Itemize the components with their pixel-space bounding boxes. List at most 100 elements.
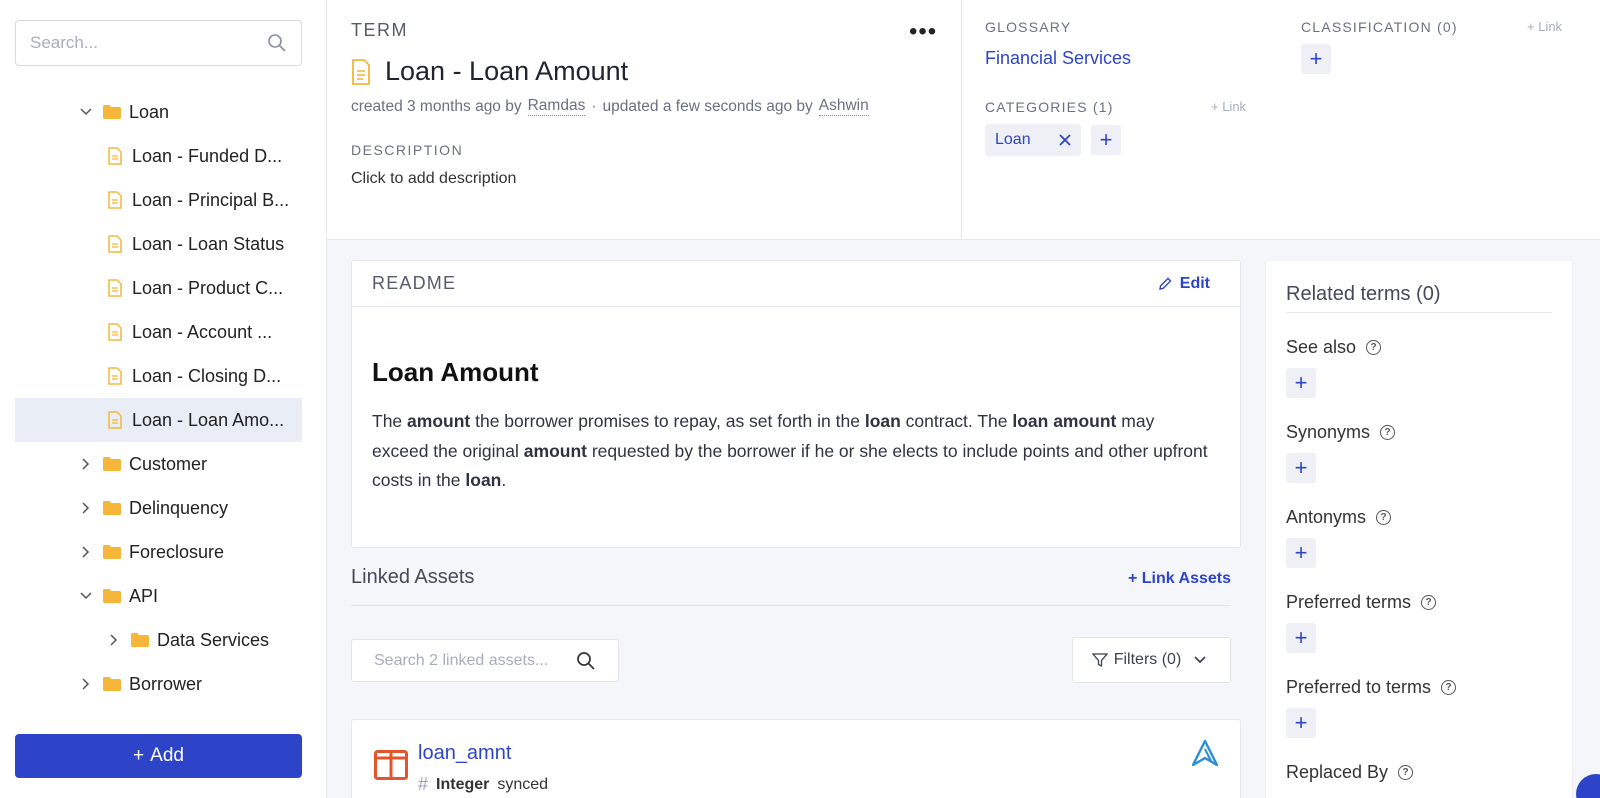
add-related-term-button[interactable]: + [1286, 623, 1316, 653]
add-related-term-button[interactable]: + [1286, 538, 1316, 568]
readme-body: The amount the borrower promises to repa… [372, 407, 1212, 496]
tree-item-label: Loan - Funded D... [132, 145, 283, 166]
filters-label: Filters (0) [1113, 651, 1182, 668]
help-icon[interactable]: ? [1398, 765, 1414, 780]
readme-text: contract. The [900, 411, 1013, 431]
tree-term[interactable]: Loan - Account ... [15, 310, 302, 354]
link-assets-button[interactable]: + Link Assets [1128, 570, 1231, 605]
related-group: Preferred terms? + [1286, 592, 1552, 653]
help-icon[interactable]: ? [1366, 340, 1382, 355]
readme-title: Loan Amount [372, 357, 539, 387]
folder-icon [103, 545, 121, 559]
add-related-term-button[interactable]: + [1286, 368, 1316, 398]
more-options-icon[interactable]: ••• [909, 18, 937, 46]
related-group-label: Synonyms? [1286, 422, 1552, 443]
page-title: Loan - Loan Amount [385, 56, 629, 86]
help-icon[interactable]: ? [1441, 680, 1457, 695]
description-label: DESCRIPTION [351, 142, 464, 158]
tree-term[interactable]: Loan - Product C... [15, 266, 302, 310]
tree-term[interactable]: Loan - Closing D... [15, 354, 302, 398]
tree-folder[interactable]: Customer [15, 442, 302, 486]
readme-bold-text: loan [465, 470, 502, 490]
header-divider [961, 0, 962, 240]
help-icon[interactable]: ? [1421, 595, 1437, 610]
related-group: Preferred to terms? + [1286, 677, 1552, 738]
updated-by-user[interactable]: Ashwin [818, 97, 869, 116]
add-button[interactable]: + Add [15, 734, 302, 778]
tree-term[interactable]: Loan - Principal B... [15, 178, 302, 222]
sidebar-search[interactable] [15, 20, 302, 66]
chevron-down-icon[interactable] [79, 589, 93, 603]
folder-icon [103, 501, 121, 515]
category-chip[interactable]: Loan [985, 124, 1081, 156]
help-icon[interactable]: ? [1376, 510, 1392, 525]
hash-icon: # [418, 774, 429, 794]
related-group-label: Antonyms? [1286, 507, 1552, 528]
tree-item-label: API [129, 585, 159, 606]
chevron-right-icon[interactable] [79, 545, 93, 559]
chevron-right-icon[interactable] [79, 501, 93, 515]
related-group-label: Preferred terms? [1286, 592, 1552, 613]
chevron-right-icon[interactable] [79, 457, 93, 471]
tree-folder[interactable]: Data Services [15, 618, 302, 662]
related-group-name: Synonyms [1286, 422, 1371, 442]
linked-asset-card[interactable]: loan_amnt # Integer synced [351, 719, 1241, 798]
linked-assets-search-input[interactable] [374, 651, 556, 670]
related-group: Antonyms? + [1286, 507, 1552, 568]
tree-item-label: Loan - Loan Status [132, 233, 285, 254]
readme-text: The [372, 411, 408, 431]
close-icon[interactable] [1058, 134, 1071, 146]
updated-text: updated a few seconds ago by [602, 97, 813, 115]
search-icon[interactable] [267, 33, 287, 53]
sidebar-search-input[interactable] [30, 33, 267, 53]
classification-link-button[interactable]: + Link [1527, 19, 1562, 34]
classification-label: CLASSIFICATION (0) [1301, 19, 1458, 35]
linked-assets-search[interactable] [351, 639, 619, 682]
term-icon [352, 58, 370, 85]
tree-term[interactable]: Loan - Loan Status [15, 222, 302, 266]
tree-folder[interactable]: Foreclosure [15, 530, 302, 574]
add-related-term-button[interactable]: + [1286, 453, 1316, 483]
created-by-user[interactable]: Ramdas [527, 97, 586, 116]
glossary-link[interactable]: Financial Services [985, 48, 1131, 69]
edit-readme-button[interactable]: Edit [1158, 275, 1210, 293]
asset-name-link[interactable]: loan_amnt [418, 742, 511, 765]
readme-bold-text: loan amount [1012, 411, 1117, 431]
related-group-label: Preferred to terms? [1286, 677, 1552, 698]
tree-term[interactable]: Loan - Loan Amo... [15, 398, 302, 442]
add-related-term-button[interactable]: + [1286, 708, 1316, 738]
tree-folder[interactable]: Delinquency [15, 486, 302, 530]
readme-card: README Edit Loan Amount The amount the b… [351, 260, 1241, 548]
related-group: See also? + [1286, 337, 1552, 398]
meta-separator: · [591, 97, 597, 115]
related-group-label: See also? [1286, 337, 1552, 358]
description-placeholder[interactable]: Click to add description [351, 170, 516, 188]
categories-link-button[interactable]: + Link [1211, 99, 1246, 114]
chevron-right-icon[interactable] [79, 677, 93, 691]
add-category-button[interactable]: + [1091, 125, 1121, 155]
related-terms-panel: Related terms (0) See also? + Synonyms? + An… [1265, 260, 1573, 798]
related-group-label: Replaced By? [1286, 762, 1552, 783]
tree-term[interactable]: Loan - Funded D... [15, 134, 302, 178]
tree-folder[interactable]: API [15, 574, 302, 618]
related-group-name: Preferred terms [1286, 592, 1412, 612]
asset-meta: # Integer synced [418, 774, 548, 795]
help-icon[interactable]: ? [1380, 425, 1396, 440]
tree-folder[interactable]: Borrower [15, 662, 302, 706]
tree-folder[interactable]: Loan [15, 90, 302, 134]
title-row: Loan - Loan Amount [351, 56, 628, 87]
tree-item-label: Loan - Product C... [132, 277, 284, 298]
chevron-right-icon[interactable] [107, 633, 121, 647]
readme-text: . [501, 470, 507, 490]
tree-item-label: Loan [129, 101, 170, 122]
related-group: Replaced By? [1286, 762, 1552, 783]
chevron-down-icon[interactable] [79, 105, 93, 119]
filters-dropdown[interactable]: Filters (0) [1072, 637, 1231, 683]
add-classification-button[interactable]: + [1301, 44, 1331, 74]
category-chip-label: Loan [995, 131, 1031, 148]
term-icon [108, 367, 122, 385]
categories-label: CATEGORIES (1) [985, 99, 1114, 115]
main-content: README Edit Loan Amount The amount the b… [327, 240, 1600, 798]
asset-type: Integer [436, 775, 490, 793]
search-icon[interactable] [576, 651, 596, 671]
